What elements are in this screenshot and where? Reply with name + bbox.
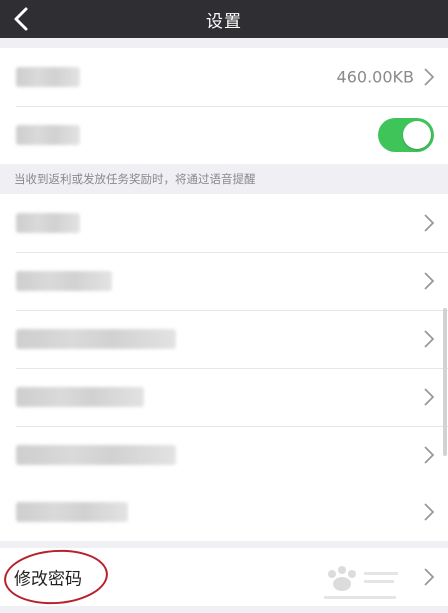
blurred-label bbox=[16, 329, 176, 349]
chevron-right-icon bbox=[424, 272, 435, 290]
voice-reminder-row bbox=[0, 106, 448, 164]
list-item[interactable] bbox=[0, 252, 448, 310]
toggle-knob bbox=[403, 121, 431, 149]
settings-group-3 bbox=[0, 483, 448, 541]
list-item[interactable] bbox=[0, 368, 448, 426]
list-item[interactable] bbox=[0, 426, 448, 484]
list-item[interactable] bbox=[0, 194, 448, 252]
blurred-label bbox=[16, 502, 128, 522]
voice-reminder-toggle[interactable] bbox=[378, 118, 434, 152]
watermark-logo-icon bbox=[314, 560, 404, 604]
blurred-label bbox=[16, 213, 80, 233]
blurred-label bbox=[16, 271, 112, 291]
cache-row[interactable]: 460.00KB bbox=[0, 48, 448, 106]
chevron-right-icon bbox=[424, 446, 435, 464]
settings-group-1: 460.00KB bbox=[0, 48, 448, 164]
list-item[interactable] bbox=[0, 483, 448, 541]
chevron-right-icon bbox=[424, 214, 435, 232]
blurred-label bbox=[16, 445, 176, 465]
chevron-right-icon bbox=[424, 503, 435, 521]
page-title: 设置 bbox=[206, 12, 242, 32]
blurred-label bbox=[16, 387, 144, 407]
chevron-right-icon bbox=[424, 68, 435, 86]
cache-size-value: 460.00KB bbox=[336, 67, 414, 87]
scrollbar[interactable] bbox=[443, 308, 447, 456]
settings-group-2 bbox=[0, 194, 448, 484]
title-bar: 设置 bbox=[0, 0, 448, 38]
chevron-right-icon bbox=[424, 388, 435, 406]
list-item[interactable] bbox=[0, 310, 448, 368]
chevron-right-icon bbox=[424, 330, 435, 348]
blurred-label bbox=[16, 67, 80, 87]
blurred-label bbox=[16, 125, 80, 145]
chevron-right-icon bbox=[424, 568, 435, 586]
voice-reminder-hint: 当收到返利或发放任务奖励时，将通过语音提醒 bbox=[14, 172, 256, 186]
